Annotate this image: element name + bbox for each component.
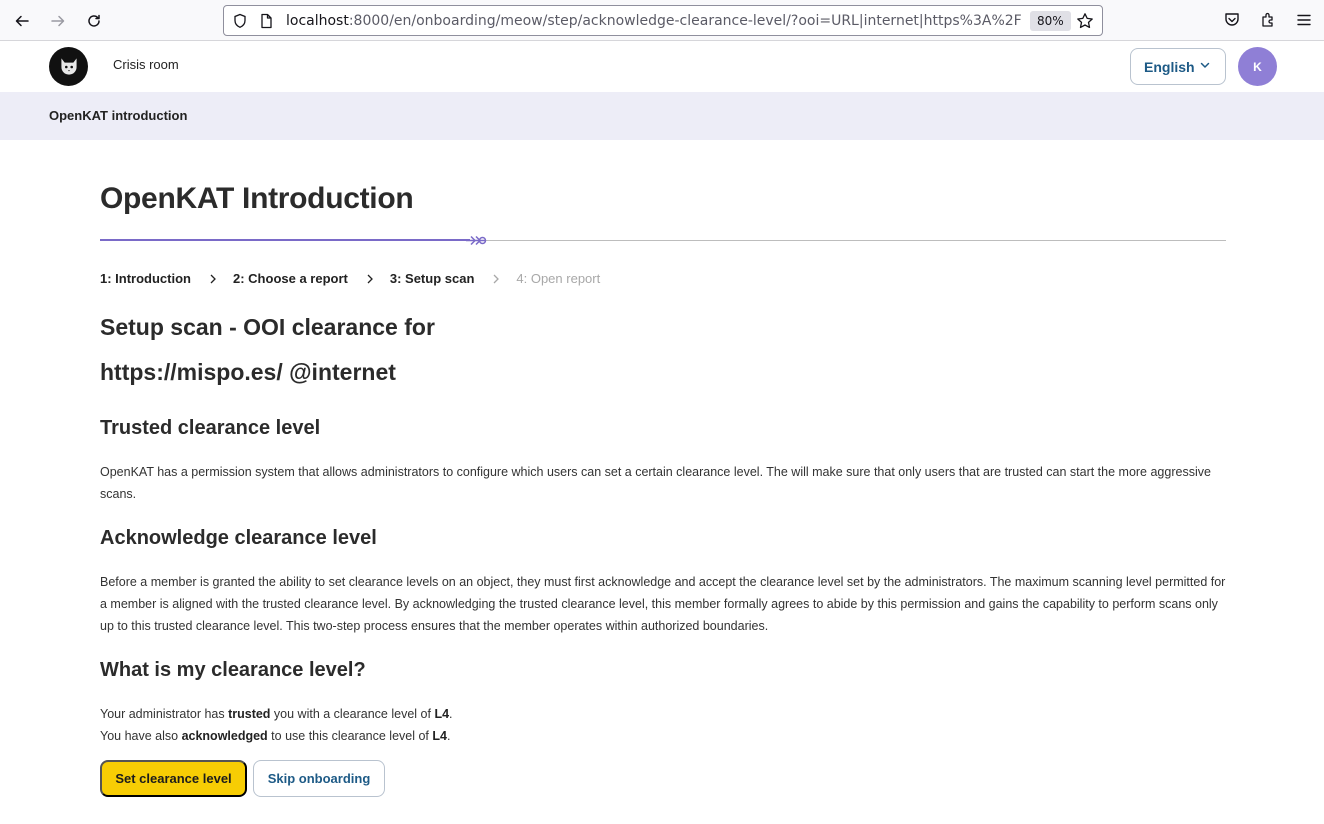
acknowledged-level-line: You have also acknowledged to use this c… — [100, 729, 451, 743]
zoom-level[interactable]: 80% — [1030, 11, 1071, 31]
url-text[interactable]: localhost:8000/en/onboarding/meow/step/a… — [286, 13, 1021, 31]
setup-scan-heading: Setup scan - OOI clearance for — [100, 314, 435, 340]
step-setup-scan[interactable]: 3: Setup scan — [390, 271, 475, 286]
language-select[interactable]: English — [1130, 48, 1226, 85]
url-bar[interactable]: localhost:8000/en/onboarding/meow/step/a… — [223, 5, 1103, 36]
back-icon[interactable] — [9, 8, 35, 34]
progress-marker-icon — [466, 235, 487, 246]
pocket-icon[interactable] — [1223, 11, 1241, 29]
site-header: Crisis room English K — [0, 41, 1324, 92]
onboarding-steps: 1: Introduction 2: Choose a report 3: Se… — [100, 271, 600, 286]
subnav: OpenKAT introduction — [0, 92, 1324, 140]
bookmark-star-icon[interactable] — [1076, 12, 1094, 30]
ooi-heading: https://mispo.es/ @internet — [100, 359, 396, 385]
step-choose-report[interactable]: 2: Choose a report — [233, 271, 348, 286]
language-label: English — [1144, 58, 1195, 75]
page-icon[interactable] — [258, 13, 274, 29]
set-clearance-level-button[interactable]: Set clearance level — [100, 760, 247, 797]
chevron-right-icon — [366, 274, 374, 284]
chevron-down-icon — [1200, 62, 1210, 68]
openkat-logo[interactable] — [49, 47, 88, 86]
subnav-title: OpenKAT introduction — [49, 108, 188, 123]
menu-icon[interactable] — [1295, 11, 1313, 29]
my-clearance-text: Your administrator has trusted you with … — [100, 703, 1226, 747]
my-clearance-title: What is my clearance level? — [100, 659, 366, 681]
chevron-right-icon — [209, 274, 217, 284]
acknowledged-level-value: L4 — [432, 729, 447, 743]
trusted-level-line: Your administrator has trusted you with … — [100, 707, 453, 721]
browser-toolbar: localhost:8000/en/onboarding/meow/step/a… — [0, 0, 1324, 41]
trusted-clearance-text: OpenKAT has a permission system that all… — [100, 465, 1211, 501]
chevron-right-icon — [492, 274, 500, 284]
forward-icon[interactable] — [45, 8, 71, 34]
cat-icon — [60, 57, 77, 75]
acknowledge-clearance-title: Acknowledge clearance level — [100, 527, 377, 549]
page-title: OpenKAT Introduction — [100, 182, 414, 215]
shield-icon[interactable] — [232, 13, 248, 29]
reload-icon[interactable] — [81, 8, 107, 34]
acknowledge-clearance-text: Before a member is granted the ability t… — [100, 575, 1226, 633]
skip-onboarding-button[interactable]: Skip onboarding — [253, 760, 385, 797]
step-introduction[interactable]: 1: Introduction — [100, 271, 191, 286]
crisis-room-link[interactable]: Crisis room — [113, 57, 179, 72]
progress-fill — [100, 239, 470, 241]
extensions-icon[interactable] — [1259, 11, 1277, 29]
trusted-clearance-title: Trusted clearance level — [100, 417, 321, 439]
trusted-level-value: L4 — [434, 707, 450, 721]
step-open-report: 4: Open report — [516, 271, 601, 286]
avatar[interactable]: K — [1238, 47, 1277, 86]
